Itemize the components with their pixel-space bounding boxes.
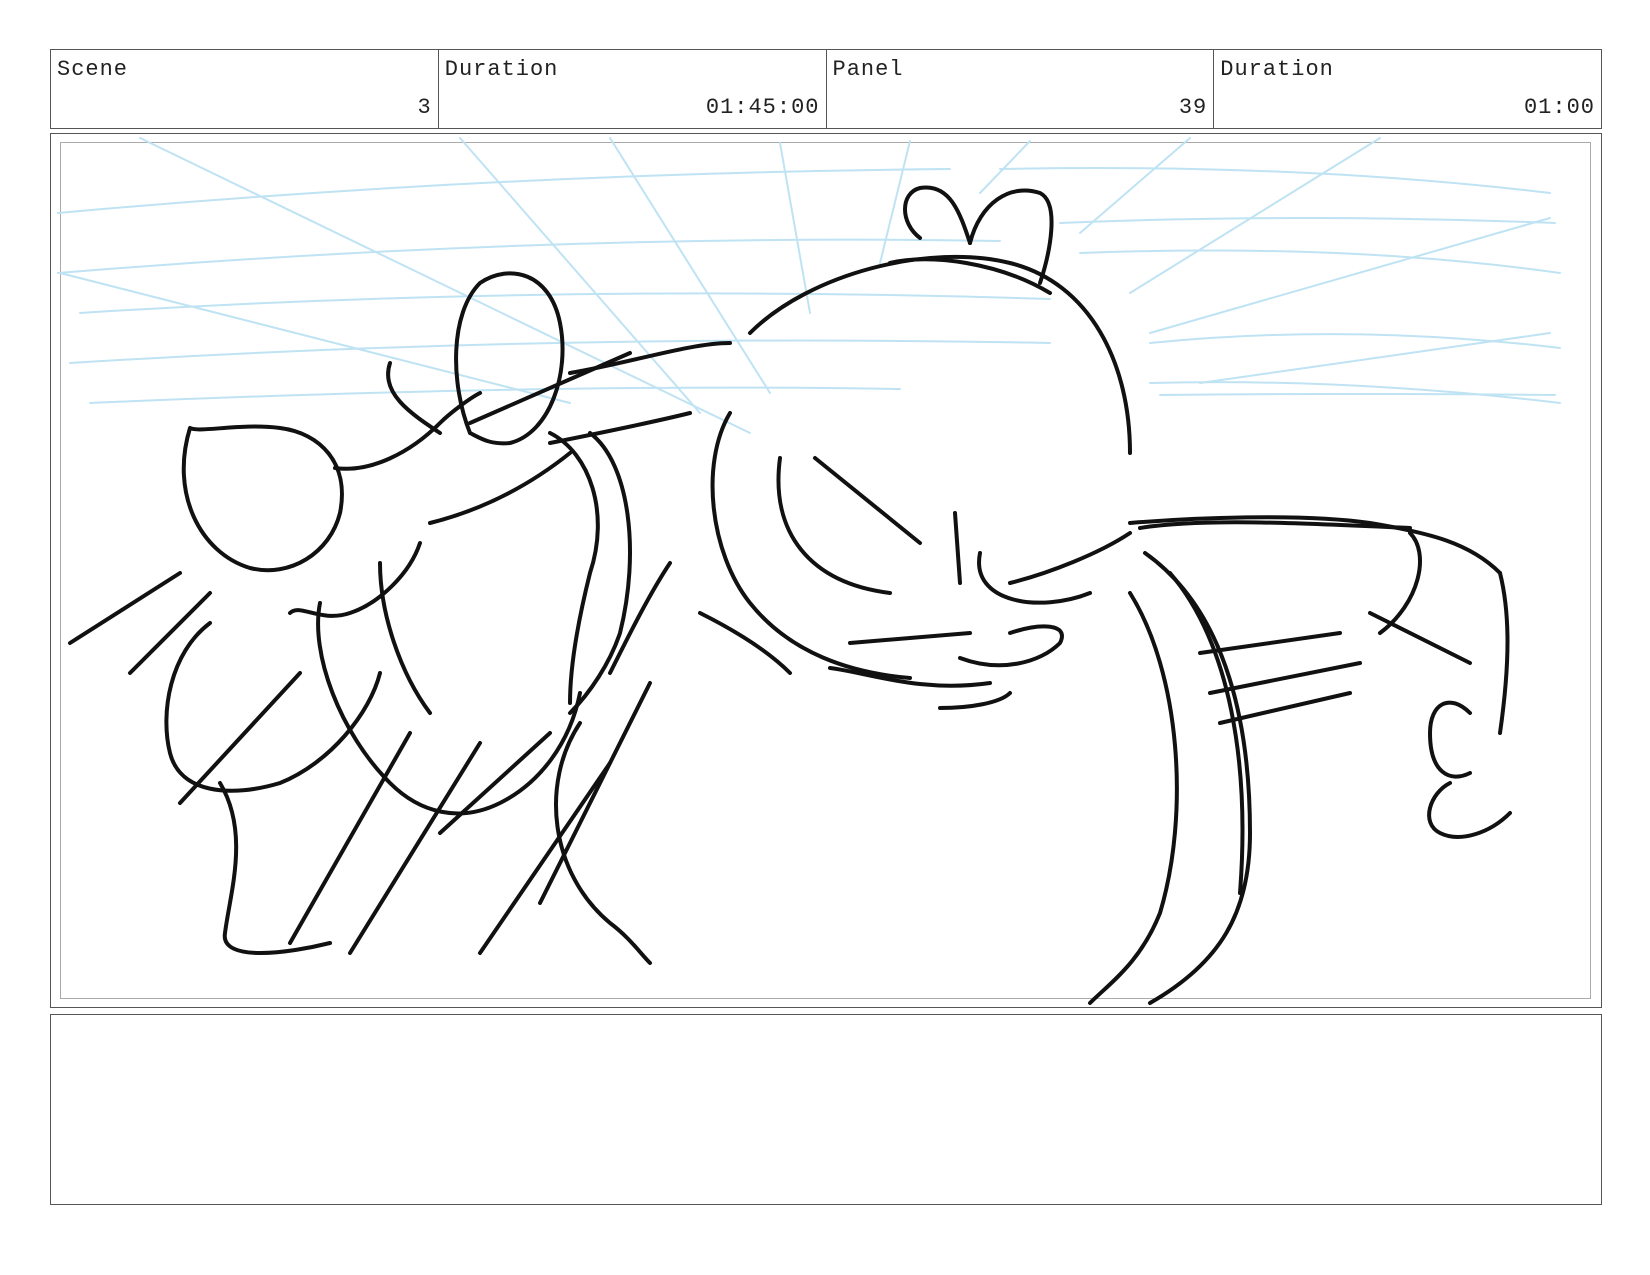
panel-duration-value: 01:00 <box>1523 95 1595 120</box>
panel-header: Scene 3 Duration 01:45:00 Panel 39 Durat… <box>50 49 1602 129</box>
panel-number: 39 <box>1178 95 1208 120</box>
panel-duration-label: Duration <box>1220 57 1334 82</box>
storyboard-sketch <box>57 137 1561 1005</box>
notes-area[interactable] <box>50 1014 1602 1205</box>
scene-cell: Scene 3 <box>51 50 439 128</box>
perspective-guides <box>57 137 1561 434</box>
scene-duration-cell: Duration 01:45:00 <box>439 50 827 128</box>
scene-number: 3 <box>417 95 432 120</box>
character-sketch-lines <box>68 185 1512 1005</box>
scene-duration-value: 01:45:00 <box>705 95 820 120</box>
panel-label: Panel <box>832 57 904 82</box>
scene-duration-label: Duration <box>444 57 559 82</box>
panel-cell: Panel 39 <box>827 50 1215 128</box>
panel-duration-cell: Duration 01:00 <box>1214 50 1601 128</box>
scene-label: Scene <box>57 57 129 82</box>
